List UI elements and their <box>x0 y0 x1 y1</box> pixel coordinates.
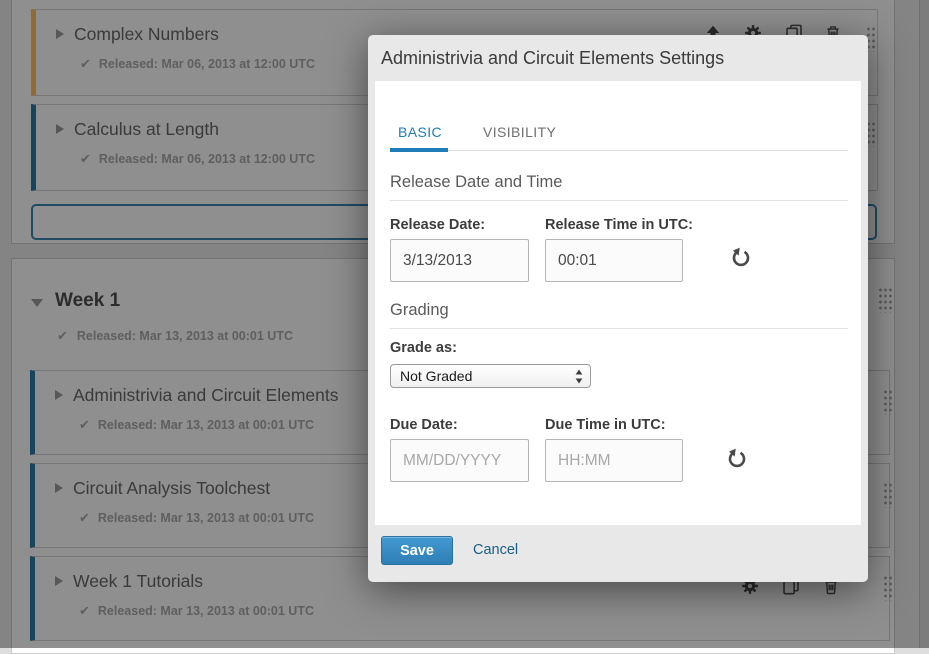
modal-title: Administrivia and Circuit Elements Setti… <box>368 35 868 81</box>
active-tab-underline <box>390 148 448 152</box>
due-time-label: Due Time in UTC: <box>545 417 666 433</box>
subsection-settings-modal: Administrivia and Circuit Elements Setti… <box>368 35 868 582</box>
grade-as-select[interactable]: Not Graded <box>390 364 591 388</box>
due-date-label: Due Date: <box>390 417 458 433</box>
reset-due-icon[interactable] <box>727 448 747 468</box>
settings-tabs: BASIC VISIBILITY <box>390 121 848 151</box>
cancel-link[interactable]: Cancel <box>473 542 518 558</box>
release-date-label: Release Date: <box>390 217 485 233</box>
release-section-heading: Release Date and Time <box>390 173 848 201</box>
save-button[interactable]: Save <box>381 536 453 565</box>
modal-body: BASIC VISIBILITY Release Date and Time R… <box>375 81 861 525</box>
due-time-input[interactable] <box>545 439 683 482</box>
release-time-input[interactable] <box>545 239 683 282</box>
select-arrows-icon <box>575 369 583 384</box>
grading-section-heading: Grading <box>390 301 848 329</box>
grade-as-value: Not Graded <box>400 368 472 384</box>
due-date-input[interactable] <box>390 439 529 482</box>
modal-footer: Save Cancel <box>368 525 868 582</box>
tab-visibility[interactable]: VISIBILITY <box>483 124 556 140</box>
tab-basic[interactable]: BASIC <box>398 124 442 140</box>
release-time-label: Release Time in UTC: <box>545 217 693 233</box>
reset-release-icon[interactable] <box>731 247 751 267</box>
grade-as-label: Grade as: <box>390 340 457 356</box>
release-date-input[interactable] <box>390 239 529 282</box>
